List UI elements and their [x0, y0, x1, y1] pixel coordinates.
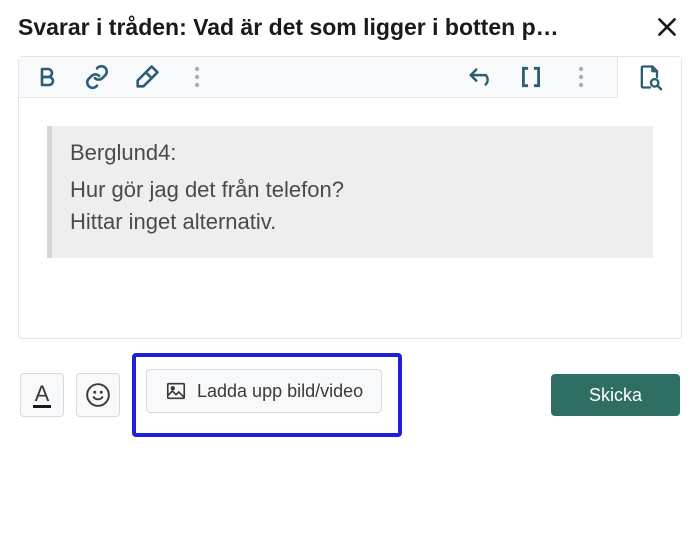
link-icon: [84, 64, 110, 90]
undo-button[interactable]: [467, 63, 495, 91]
quote-author: Berglund4:: [70, 140, 635, 166]
close-button[interactable]: [652, 12, 682, 42]
footer: A Ladda upp bild/video Skicka: [18, 353, 682, 437]
preview-icon: [636, 63, 664, 91]
link-button[interactable]: [83, 63, 111, 91]
quote-block: Berglund4: Hur gör jag det från telefon?…: [47, 126, 653, 258]
more-left-button[interactable]: [183, 63, 211, 91]
brackets-icon: [518, 64, 544, 90]
upload-button[interactable]: Ladda upp bild/video: [146, 369, 382, 413]
brackets-button[interactable]: [517, 63, 545, 91]
preview-button[interactable]: [617, 57, 681, 98]
more-icon: [577, 66, 585, 88]
undo-icon: [467, 65, 495, 89]
submit-button[interactable]: Skicka: [551, 374, 680, 416]
quote-line: Hur gör jag det från telefon?: [70, 174, 635, 206]
eraser-icon: [133, 63, 161, 91]
editor-box: Berglund4: Hur gör jag det från telefon?…: [18, 56, 682, 339]
emoji-button[interactable]: [76, 373, 120, 417]
highlight-annotation: Ladda upp bild/video: [132, 353, 402, 437]
image-icon: [165, 380, 187, 402]
more-icon: [193, 66, 201, 88]
more-right-button[interactable]: [567, 63, 595, 91]
bold-button[interactable]: [33, 63, 61, 91]
close-icon: [654, 14, 680, 40]
erase-button[interactable]: [133, 63, 161, 91]
modal-title: Svarar i tråden: Vad är det som ligger i…: [18, 14, 559, 41]
modal-header: Svarar i tråden: Vad är det som ligger i…: [18, 12, 682, 42]
text-format-button[interactable]: A: [20, 373, 64, 417]
format-icon: A: [33, 383, 52, 408]
editor-toolbar: [19, 57, 681, 98]
smile-icon: [85, 382, 111, 408]
bold-icon: [35, 65, 59, 89]
editor-content[interactable]: Berglund4: Hur gör jag det från telefon?…: [19, 98, 681, 338]
submit-label: Skicka: [589, 385, 642, 405]
quote-line: Hittar inget alternativ.: [70, 206, 635, 238]
upload-label: Ladda upp bild/video: [197, 381, 363, 402]
